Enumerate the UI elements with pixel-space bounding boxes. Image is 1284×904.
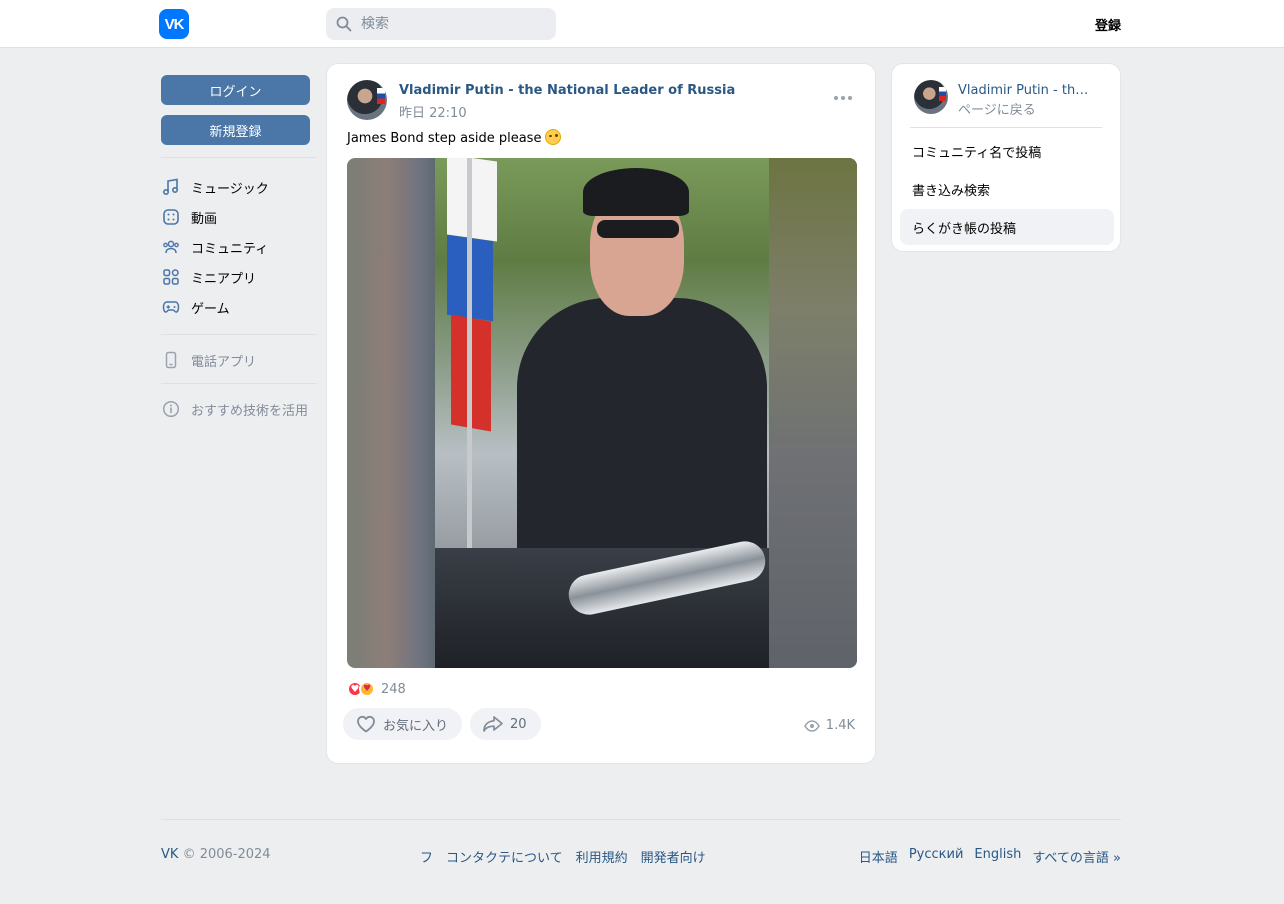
- vk-logo[interactable]: VK: [159, 9, 189, 39]
- register-link[interactable]: 登録: [1095, 15, 1121, 34]
- back-to-page-link[interactable]: ページに戻る: [958, 99, 1036, 118]
- menu-item-graffiti-posts[interactable]: らくがき帳の投稿: [900, 209, 1114, 245]
- logo-text: VK: [164, 15, 185, 33]
- reactions-summary[interactable]: ♥ ♥ 248: [347, 681, 406, 697]
- right-menu-divider: [910, 127, 1102, 128]
- sidebar-divider: [161, 157, 317, 158]
- left-sidebar: ログイン 新規登録 ミュージック 動画 コミュニティ ミニアプリ ゲーム 電話ア…: [161, 75, 317, 424]
- menu-item-community-posts[interactable]: コミュニティ名で投稿: [900, 133, 1114, 169]
- info-icon: [161, 399, 181, 419]
- sidebar-item-recommend[interactable]: おすすめ技術を活用: [161, 394, 317, 424]
- sidebar-item-community[interactable]: コミュニティ: [161, 232, 317, 262]
- sidebar-item-label: ミニアプリ: [191, 271, 257, 287]
- post-photo[interactable]: [347, 158, 857, 668]
- footer-copyright: VK © 2006-2024: [161, 847, 271, 862]
- sidebar-item-label: ゲーム: [191, 301, 230, 317]
- search-box[interactable]: [326, 8, 556, 40]
- reaction-count: 248: [381, 681, 406, 697]
- footer-vk-link[interactable]: VK: [161, 847, 178, 862]
- sidebar-divider: [161, 334, 317, 335]
- lang-russian[interactable]: Русский: [909, 847, 964, 866]
- views-counter: 1.4K: [803, 718, 855, 733]
- phone-icon: [161, 350, 181, 370]
- sidebar-item-phone-app[interactable]: 電話アプリ: [161, 345, 317, 375]
- lang-all[interactable]: すべての言語 »: [1032, 847, 1121, 866]
- login-button[interactable]: ログイン: [161, 75, 310, 105]
- post-text: James Bond step aside please: [347, 129, 562, 146]
- sidebar-item-label: おすすめ技術を活用: [191, 403, 309, 419]
- like-button[interactable]: お気に入り: [343, 708, 463, 740]
- sidebar-item-label: 電話アプリ: [191, 354, 257, 370]
- sidebar-item-label: 動画: [191, 211, 218, 227]
- heart-outline-icon: [355, 713, 377, 735]
- sidebar-item-music[interactable]: ミュージック: [161, 172, 317, 202]
- language-links: 日本語 Русский English すべての言語 »: [859, 847, 1121, 866]
- copyright-text: © 2006-2024: [182, 847, 271, 862]
- sidebar-item-mini-apps[interactable]: ミニアプリ: [161, 262, 317, 292]
- wall-post: Vladimir Putin - the National Leader of …: [326, 63, 876, 764]
- community-avatar[interactable]: [914, 80, 948, 114]
- more-options-icon[interactable]: [833, 90, 853, 106]
- post-author-name[interactable]: Vladimir Putin - the National Leader of …: [399, 83, 735, 98]
- community-icon: [161, 237, 181, 257]
- share-arrow-icon: [482, 713, 504, 735]
- sidebar-item-video[interactable]: 動画: [161, 202, 317, 232]
- footer-links: フ コンタクテについて 利用規約 開発者向け: [420, 847, 706, 866]
- search-icon: [335, 15, 353, 33]
- search-input[interactable]: [361, 16, 541, 32]
- share-count: 20: [510, 716, 527, 732]
- heart-eyes-reaction-icon: ♥: [359, 681, 375, 697]
- footer-divider: [161, 819, 1121, 820]
- winking-face-emoji-icon: [545, 129, 562, 145]
- top-header: VK 登録: [0, 0, 1284, 48]
- eye-icon: [803, 719, 820, 732]
- share-button[interactable]: 20: [470, 708, 541, 740]
- sidebar-divider: [161, 383, 317, 384]
- sidebar-item-games[interactable]: ゲーム: [161, 292, 317, 322]
- like-label: お気に入り: [383, 718, 449, 734]
- sidebar-item-label: コミュニティ: [191, 241, 269, 257]
- footer-link-terms[interactable]: 利用規約: [576, 847, 628, 866]
- mini-apps-icon: [161, 267, 181, 287]
- post-text-content: James Bond step aside please: [347, 131, 542, 146]
- community-name-link[interactable]: Vladimir Putin - the National Leader of …: [958, 83, 1096, 98]
- footer-link-about[interactable]: コンタクテについて: [446, 847, 563, 866]
- lang-english[interactable]: English: [974, 847, 1021, 866]
- views-count: 1.4K: [825, 718, 855, 733]
- signup-button[interactable]: 新規登録: [161, 115, 310, 145]
- post-timestamp[interactable]: 昨日 22:10: [399, 102, 467, 121]
- footer-link-f[interactable]: フ: [420, 847, 433, 866]
- gamepad-icon: [161, 297, 181, 317]
- menu-item-wall-search[interactable]: 書き込み検索: [900, 171, 1114, 207]
- right-menu-card: Vladimir Putin - the National Leader of …: [891, 63, 1121, 252]
- sidebar-item-label: ミュージック: [191, 181, 269, 197]
- music-icon: [161, 177, 181, 197]
- lang-japanese[interactable]: 日本語: [859, 847, 898, 866]
- video-icon: [161, 207, 181, 227]
- post-author-avatar[interactable]: [347, 80, 387, 120]
- footer-link-developers[interactable]: 開発者向け: [641, 847, 706, 866]
